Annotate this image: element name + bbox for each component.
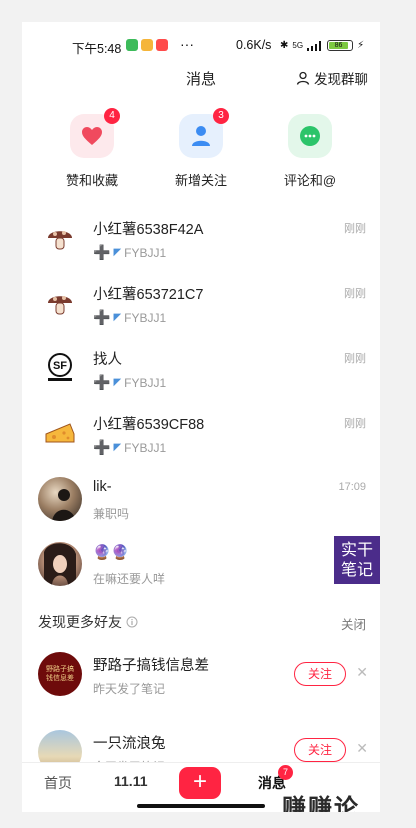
person-outline-icon — [296, 71, 310, 85]
comments-shortcut-icon-wrap — [288, 114, 332, 158]
sf-express-logo: SF — [38, 346, 82, 390]
dismiss-icon[interactable]: ✕ — [356, 740, 368, 757]
tab-home[interactable]: 首页 — [44, 773, 72, 793]
chat-bubble-icon — [300, 126, 320, 146]
conversation-preview-text: 兼职吗 — [93, 507, 130, 521]
new-followers-label: 新增关注 — [174, 173, 227, 188]
conversation-preview: ➕ ◤ FYBJJ1 — [93, 244, 166, 261]
status-app-icons — [126, 39, 168, 51]
conversation-preview-text: 在嘛还要人咩 — [93, 572, 166, 586]
suggested-user-desc: 昨天发了笔记 — [93, 682, 166, 696]
svg-text:SF: SF — [53, 360, 67, 372]
likes-and-saves-shortcut[interactable]: 4 赞和收藏 — [42, 108, 142, 189]
flag-emoji-icon: ◤ — [113, 442, 122, 453]
discover-groups-label: 发现群聊 — [314, 72, 368, 87]
conversation-time: 刚刚 — [344, 353, 366, 365]
conversation-row[interactable]: SF 找人 ➕ ◤ FYBJJ1 刚刚 — [22, 338, 380, 400]
system-icons: ✱ 5G 86 ⚡ — [280, 40, 364, 51]
conversation-preview: ➕ ◤ FYBJJ1 — [93, 374, 166, 391]
conversation-preview-text: FYBJJ1 — [124, 440, 167, 455]
conversation-row[interactable]: 🔮🔮 在嘛还要人咩 — [22, 534, 380, 596]
status-bar: 下午5:48 ··· 0.6K/s ✱ 5G 86 ⚡ — [22, 36, 380, 56]
status-time: 下午5:48 — [72, 42, 122, 56]
conversation-preview: 在嘛还要人咩 — [93, 570, 165, 587]
conversation-name: 找人 — [93, 352, 122, 368]
mushroom-icon — [38, 281, 82, 325]
comments-and-mentions-shortcut[interactable]: 评论和@ — [260, 114, 360, 189]
conversation-name: 小红薯653721C7 — [93, 287, 204, 303]
plus-emoji-icon: ➕ — [93, 374, 111, 390]
conversation-preview: 兼职吗 — [93, 505, 129, 522]
conversation-preview-text: FYBJJ1 — [124, 375, 167, 390]
mushroom-icon — [38, 216, 82, 260]
conversation-row[interactable]: 小红薯653721C7 ➕ ◤ FYBJJ1 刚刚 — [22, 273, 380, 335]
info-icon[interactable] — [126, 616, 138, 628]
conversation-name: 小红薯6538F42A — [93, 222, 204, 238]
likes-shortcut-icon-wrap: 4 — [70, 108, 120, 158]
battery-level: 86 — [329, 42, 348, 49]
conversation-preview-text: FYBJJ1 — [124, 245, 167, 260]
conversation-name: lik- — [93, 479, 112, 495]
messages-badge: 7 — [278, 765, 293, 780]
notification-app-icon — [126, 39, 138, 51]
signal-bars-icon — [307, 40, 322, 51]
comments-and-mentions-label: 评论和@ — [283, 173, 337, 188]
cheese-icon — [38, 411, 82, 455]
dismiss-icon[interactable]: ✕ — [356, 664, 368, 681]
conversation-row[interactable]: lik- 兼职吗 17:09 — [22, 469, 380, 531]
conversation-name: 🔮🔮 — [93, 545, 130, 561]
likes-badge: 4 — [104, 108, 120, 124]
notification-shortcuts: 4 赞和收藏 3 新增关注 评论和@ — [22, 108, 380, 194]
plus-emoji-icon: ➕ — [93, 309, 111, 325]
flag-emoji-icon: ◤ — [113, 247, 122, 258]
conversation-preview: ➕ ◤ FYBJJ1 — [93, 309, 166, 326]
new-followers-shortcut[interactable]: 3 新增关注 — [151, 108, 251, 189]
charging-icon: ⚡ — [357, 40, 365, 51]
suggested-user-name: 野路子搞钱信息差 — [93, 658, 209, 674]
watermark-bottom: 赚赚论坛 — [282, 793, 360, 812]
close-suggestions-button[interactable]: 关闭 — [341, 614, 366, 633]
publish-button[interactable]: + — [179, 767, 221, 799]
conversation-name: 小红薯6539CF88 — [93, 417, 205, 433]
person-icon — [192, 126, 210, 146]
conversation-time: 17:09 — [338, 481, 366, 493]
user-avatar — [38, 477, 82, 521]
network-speed: 0.6K/s — [236, 38, 272, 52]
flag-emoji-icon: ◤ — [113, 377, 122, 388]
followers-shortcut-icon-wrap: 3 — [179, 108, 229, 158]
likes-and-saves-label: 赞和收藏 — [65, 173, 118, 188]
flag-emoji-icon: ◤ — [113, 312, 122, 323]
followers-badge: 3 — [213, 108, 229, 124]
user-avatar: 野路子搞钱信息差 — [38, 652, 82, 696]
more-notifications-icon: ··· — [180, 36, 194, 52]
heart-icon — [82, 127, 102, 145]
plus-emoji-icon: ➕ — [93, 439, 111, 455]
watermark-side: 实干笔记 — [334, 536, 380, 584]
follow-button[interactable]: 关注 — [294, 738, 346, 762]
follow-button[interactable]: 关注 — [294, 662, 346, 686]
avatar-logo-text: 野路子搞钱信息差 — [46, 666, 74, 682]
discover-groups-button[interactable]: 发现群聊 — [296, 68, 368, 88]
notification-app-icon — [156, 39, 168, 51]
suggested-user-row[interactable]: 野路子搞钱信息差 野路子搞钱信息差 昨天发了笔记 关注 ✕ — [22, 644, 380, 706]
conversation-time: 刚刚 — [344, 288, 366, 300]
signal-label: 5G — [292, 41, 304, 50]
suggest-friends-title: 发现更多好友 — [38, 614, 122, 630]
home-indicator[interactable] — [137, 804, 265, 808]
suggest-friends-header: 发现更多好友 — [38, 612, 138, 632]
suggested-user-name: 一只流浪兔 — [93, 736, 166, 752]
conversation-row[interactable]: 小红薯6538F42A ➕ ◤ FYBJJ1 刚刚 — [22, 208, 380, 270]
conversation-preview-text: FYBJJ1 — [124, 310, 167, 325]
notification-app-icon — [141, 39, 153, 51]
conversation-time: 刚刚 — [344, 418, 366, 430]
conversation-preview: ➕ ◤ FYBJJ1 — [93, 439, 166, 456]
conversation-row[interactable]: 小红薯6539CF88 ➕ ◤ FYBJJ1 刚刚 — [22, 403, 380, 465]
plus-emoji-icon: ➕ — [93, 244, 111, 260]
app-screen: 下午5:48 ··· 0.6K/s ✱ 5G 86 ⚡ 消息 发现群聊 4 赞和… — [22, 22, 380, 812]
battery-icon: 86 — [327, 40, 354, 51]
conversation-time: 刚刚 — [344, 223, 366, 235]
user-avatar — [38, 542, 82, 586]
bluetooth-icon: ✱ — [280, 40, 289, 51]
tab-event[interactable]: 11.11 — [114, 773, 148, 789]
